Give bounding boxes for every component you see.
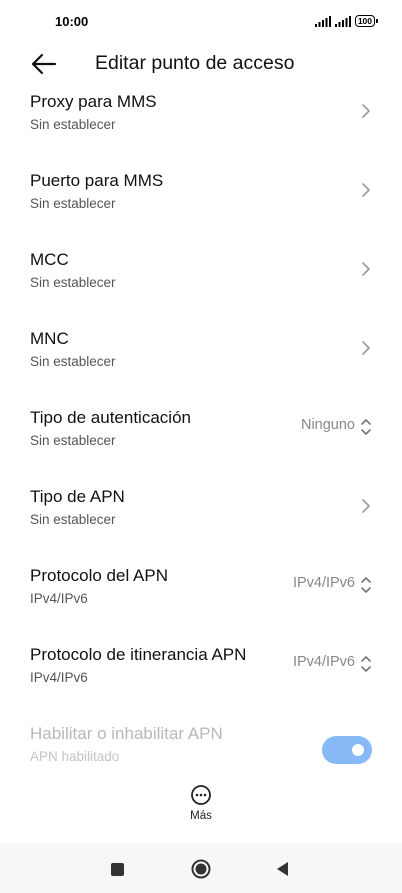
row-title: Tipo de APN: [30, 487, 125, 506]
row-subtitle: Sin establecer: [30, 512, 116, 527]
row-subtitle: APN habilitado: [30, 749, 120, 764]
recent-apps-button[interactable]: [111, 863, 124, 876]
row-title: Protocolo de itinerancia APN: [30, 645, 247, 664]
more-options-icon: [191, 785, 211, 805]
row-title: Proxy para MMS: [30, 92, 157, 111]
chevron-right-icon: [362, 341, 370, 355]
chevron-up-down-icon: [361, 656, 371, 672]
status-bar: 10:00 100: [0, 0, 402, 42]
row-subtitle: Sin establecer: [30, 433, 116, 448]
row-subtitle: IPv4/IPv6: [30, 670, 88, 685]
chevron-up-down-icon: [361, 577, 371, 593]
selected-value: IPv4/IPv6: [292, 575, 355, 591]
home-button[interactable]: [191, 859, 211, 879]
chevron-right-icon: [362, 183, 370, 197]
signal-icon: [314, 15, 331, 27]
row-title: Protocolo del APN: [30, 566, 168, 585]
row-subtitle: Sin establecer: [30, 196, 116, 211]
signal-icon: [334, 15, 351, 27]
row-protocolo-itinerancia-apn[interactable]: Protocolo de itinerancia APN IPv4/IPv6 I…: [0, 635, 402, 714]
system-nav-bar: [0, 843, 402, 893]
chevron-right-icon: [362, 104, 370, 118]
page-title: Editar punto de acceso: [95, 52, 295, 74]
row-habilitar-apn[interactable]: Habilitar o inhabilitar APN APN habilita…: [0, 714, 402, 793]
row-subtitle: Sin establecer: [30, 354, 116, 369]
toggle-knob: [352, 744, 364, 756]
more-button[interactable]: Más: [171, 784, 231, 830]
chevron-right-icon: [362, 499, 370, 513]
row-proxy-mms[interactable]: Proxy para MMS Sin establecer: [0, 82, 402, 161]
app-header: Editar punto de acceso: [0, 45, 402, 83]
row-subtitle: IPv4/IPv6: [30, 591, 88, 606]
apn-enable-toggle[interactable]: [322, 736, 372, 764]
row-subtitle: Sin establecer: [30, 117, 116, 132]
back-arrow-icon[interactable]: [30, 51, 58, 77]
row-subtitle: Sin establecer: [30, 275, 116, 290]
row-mcc[interactable]: MCC Sin establecer: [0, 240, 402, 319]
selected-value: IPv4/IPv6: [292, 654, 355, 670]
chevron-right-icon: [362, 262, 370, 276]
row-tipo-apn[interactable]: Tipo de APN Sin establecer: [0, 477, 402, 556]
selected-value: Ninguno: [300, 417, 355, 433]
row-protocolo-apn[interactable]: Protocolo del APN IPv4/IPv6 IPv4/IPv6: [0, 556, 402, 635]
row-tipo-autenticacion[interactable]: Tipo de autenticación Sin establecer Nin…: [0, 398, 402, 477]
row-title: MCC: [30, 250, 69, 269]
row-puerto-mms[interactable]: Puerto para MMS Sin establecer: [0, 161, 402, 240]
row-title: Tipo de autenticación: [30, 408, 191, 427]
status-time: 10:00: [55, 14, 89, 29]
row-title: Puerto para MMS: [30, 171, 164, 190]
nav-back-button[interactable]: [275, 861, 291, 877]
status-icons: 100: [314, 15, 379, 27]
row-mnc[interactable]: MNC Sin establecer: [0, 319, 402, 398]
row-title: Habilitar o inhabilitar APN: [30, 724, 223, 743]
more-label: Más: [190, 810, 212, 822]
chevron-up-down-icon: [361, 419, 371, 435]
row-title: MNC: [30, 329, 69, 348]
battery-icon: 100: [354, 15, 379, 27]
